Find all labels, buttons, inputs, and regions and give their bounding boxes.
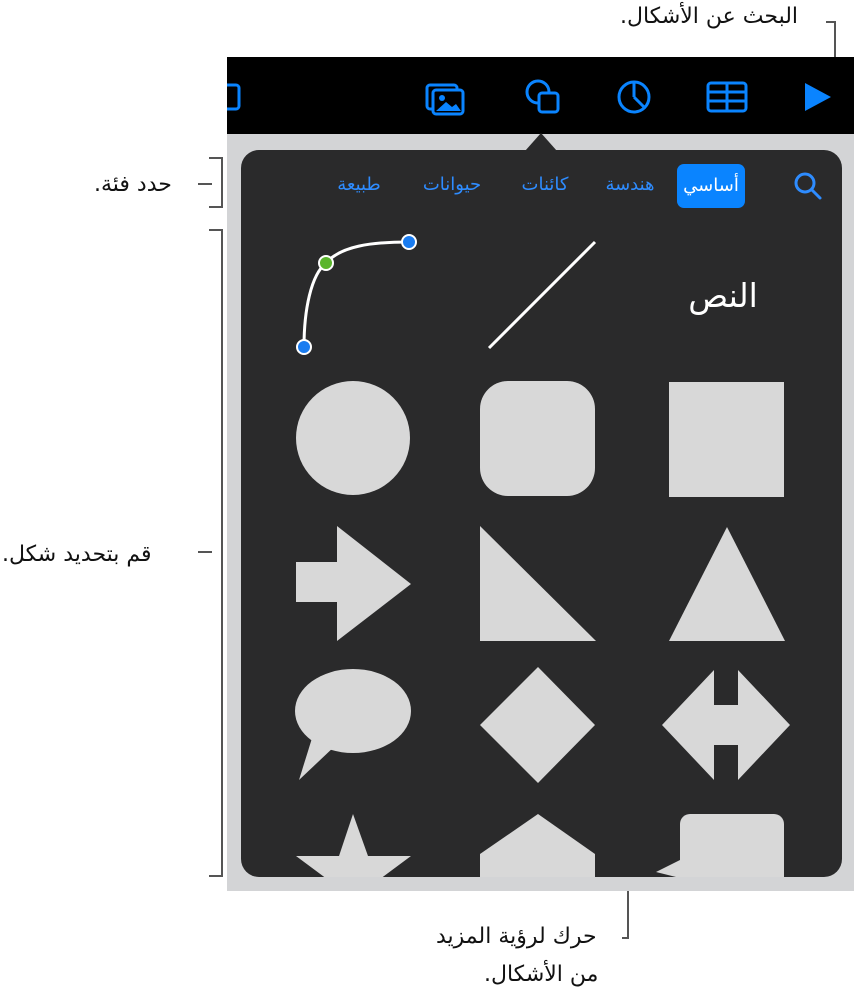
table-icon[interactable] (227, 77, 251, 117)
table-grid-icon[interactable] (705, 77, 749, 117)
scroll-callout-line1: حرك لرؤية المزيد (436, 924, 597, 949)
play-icon[interactable] (797, 77, 841, 117)
media-icon[interactable] (423, 77, 467, 117)
search-callout: البحث عن الأشكال. (620, 4, 799, 29)
line-shape[interactable] (487, 240, 597, 350)
shape-callout: قم بتحديد شكل. (2, 542, 152, 567)
shapes-icon[interactable] (521, 77, 565, 117)
right-triangle-shape[interactable] (480, 526, 596, 641)
shapes-popover: أساسي هندسة كائنات حيوانات طبيعة النص (241, 150, 842, 877)
shapes-grid (295, 234, 790, 877)
double-arrow-shape[interactable] (662, 670, 790, 780)
rounded-square-shape[interactable] (480, 381, 595, 496)
arrow-shape[interactable] (296, 526, 411, 641)
triangle-shape[interactable] (669, 527, 785, 641)
chart-icon[interactable] (612, 77, 656, 117)
speech-bubble-shape[interactable] (295, 669, 411, 780)
star-shape[interactable] (296, 814, 411, 877)
circle-shape[interactable] (296, 381, 410, 495)
curve-shape[interactable] (296, 234, 417, 355)
category-callout: حدد فئة. (94, 172, 172, 197)
pentagon-shape[interactable] (480, 814, 595, 877)
square-shape[interactable] (669, 382, 784, 497)
diamond-shape[interactable] (480, 667, 595, 783)
toolbar (227, 57, 854, 134)
callout-box-shape[interactable] (656, 814, 784, 877)
popover-arrow (525, 133, 557, 151)
scroll-callout-line2: من الأشكال. (484, 962, 599, 987)
